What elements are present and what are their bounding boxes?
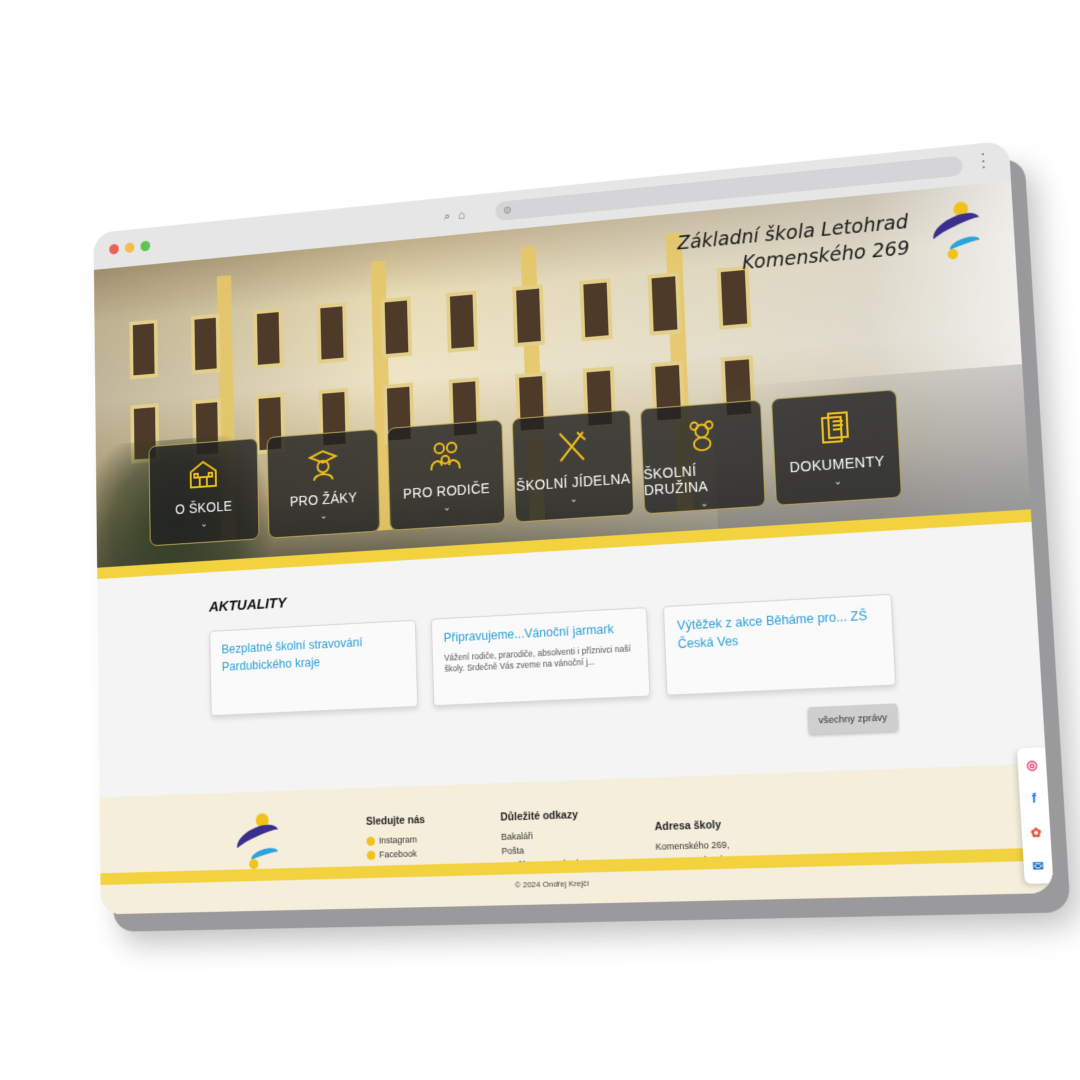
chevron-down-icon: ⌄ — [319, 510, 328, 522]
facebook-link-label: Facebook — [379, 848, 418, 860]
school-title: Základní škola Letohrad Komenského 269 — [677, 209, 910, 282]
close-window-button[interactable] — [109, 243, 119, 255]
instagram-icon — [366, 836, 376, 846]
news-card[interactable]: Výtěžek z akce Běháme pro... ZŠ Česká Ve… — [663, 593, 897, 696]
family-icon — [428, 437, 463, 475]
instagram-icon[interactable]: ◎ — [1026, 757, 1038, 772]
facebook-icon — [366, 850, 376, 860]
chevron-down-icon: ⌄ — [699, 498, 709, 510]
teddy-bear-icon — [683, 418, 720, 454]
school-building-icon — [187, 455, 220, 491]
mockup-stage: ⌕ ⌂ ⊜ ⋮ Základní škola Letohrad Komenské… — [0, 0, 1080, 1080]
school-logo[interactable] — [928, 200, 985, 263]
window-controls — [109, 240, 151, 255]
browser-nav-icons: ⌕ ⌂ — [444, 207, 466, 224]
all-news-button[interactable]: všechny zprávy — [807, 703, 899, 735]
outlook-icon[interactable]: ✉ — [1032, 859, 1044, 874]
maximize-window-button[interactable] — [140, 240, 151, 252]
footer-address-heading: Adresa školy — [654, 818, 722, 834]
news-card[interactable]: Připravujeme...Vánoční jarmark Vážení ro… — [430, 607, 651, 707]
chevron-down-icon: ⌄ — [569, 493, 578, 506]
browser-window: ⌕ ⌂ ⊜ ⋮ Základní škola Letohrad Komenské… — [93, 140, 1054, 915]
footer-logo[interactable] — [233, 813, 283, 872]
page-footer: Sledujte nás Instagram Facebook Důležité… — [99, 763, 1054, 915]
site-info-icon[interactable]: ⊜ — [503, 203, 512, 216]
news-cards: Bezplatné školní stravování Pardubického… — [209, 593, 897, 717]
photos-icon[interactable]: ✿ — [1030, 825, 1042, 840]
graduate-icon — [306, 446, 340, 483]
search-icon[interactable]: ⌕ — [444, 209, 451, 225]
news-card-title[interactable]: Připravujeme...Vánoční jarmark — [443, 619, 635, 647]
nav-tile-label: ŠKOLNÍ JÍDELNA — [515, 470, 631, 494]
documents-icon — [816, 408, 855, 447]
news-card-excerpt: Vážení rodiče, prarodiče, absolventi i p… — [443, 643, 631, 674]
news-section: AKTUALITY Bezplatné školní stravování Pa… — [209, 560, 897, 717]
news-card-title[interactable]: Bezplatné školní stravování Pardubického… — [221, 631, 404, 676]
page-viewport: Základní škola Letohrad Komenského 269 O… — [93, 180, 1054, 915]
chevron-down-icon: ⌄ — [442, 502, 452, 514]
nav-tile-label: DOKUMENTY — [789, 452, 886, 476]
chevron-down-icon: ⌄ — [200, 518, 208, 530]
nav-tile-label: ŠKOLNÍ DRUŽINA — [643, 462, 709, 499]
nav-tile-dokumenty[interactable]: DOKUMENTY ⌄ — [771, 389, 903, 506]
browser-menu-icon[interactable]: ⋮ — [973, 149, 993, 171]
footer-links-heading: Důležité odkazy — [500, 808, 579, 824]
nav-tile-pro-zaky[interactable]: PRO ŽÁKY ⌄ — [266, 428, 381, 539]
nav-tile-pro-rodice[interactable]: PRO RODIČE ⌄ — [387, 419, 506, 531]
facebook-icon[interactable]: f — [1031, 791, 1036, 806]
home-icon[interactable]: ⌂ — [458, 207, 466, 223]
footer-follow: Sledujte nás Instagram Facebook — [366, 814, 426, 862]
nav-tile-skolni-jidelna[interactable]: ŠKOLNÍ JÍDELNA ⌄ — [511, 409, 635, 523]
chevron-down-icon: ⌄ — [833, 475, 843, 488]
minimize-window-button[interactable] — [124, 242, 135, 254]
facebook-link[interactable]: Facebook — [366, 846, 426, 862]
laptop-mockup: ⌕ ⌂ ⊜ ⋮ Základní škola Letohrad Komenské… — [93, 140, 1054, 915]
footer-follow-heading: Sledujte nás — [365, 813, 426, 828]
cutlery-icon — [554, 428, 590, 466]
nav-tile-label: PRO RODIČE — [402, 480, 491, 502]
nav-tile-label: O ŠKOLE — [175, 497, 233, 518]
nav-tile-skolni-druzina[interactable]: ŠKOLNÍ DRUŽINA ⌄ — [639, 399, 767, 515]
instagram-link-label: Instagram — [378, 834, 418, 846]
instagram-link[interactable]: Instagram — [366, 832, 425, 848]
nav-tile-label: PRO ŽÁKY — [289, 489, 358, 510]
news-card[interactable]: Bezplatné školní stravování Pardubického… — [209, 619, 418, 717]
nav-tile-o-skole[interactable]: O ŠKOLE ⌄ — [148, 437, 260, 547]
news-card-title[interactable]: Výtěžek z akce Běháme pro... ZŠ Česká Ve… — [677, 606, 881, 653]
